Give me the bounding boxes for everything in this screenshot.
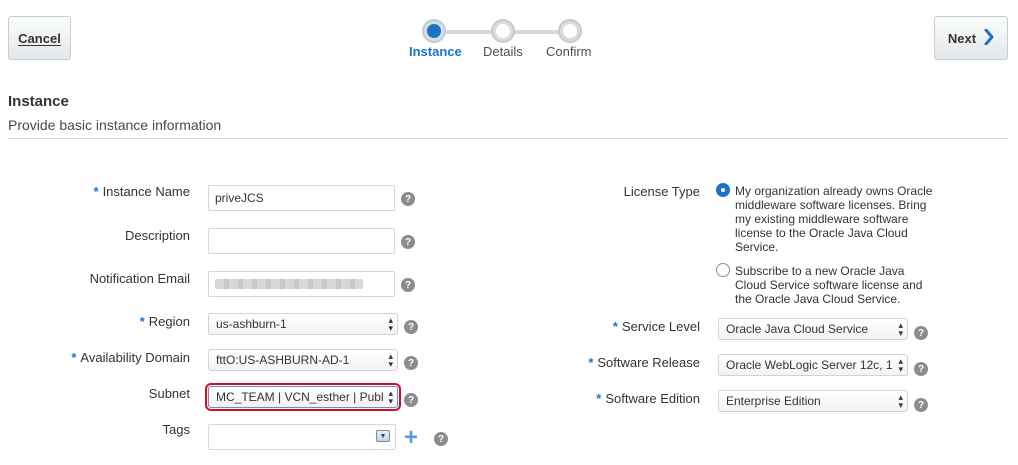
software-release-label: * Software Release — [588, 355, 700, 370]
description-input[interactable] — [208, 228, 395, 254]
dropdown-arrow-icon: ▴ ▾ — [388, 315, 393, 333]
license-byol-radio[interactable] — [716, 183, 730, 197]
notification-email-label: Notification Email — [89, 271, 190, 286]
service-level-value: Oracle Java Cloud Service — [726, 322, 869, 336]
dropdown-arrow-icon: ▴ ▾ — [898, 356, 903, 374]
service-level-select[interactable]: Oracle Java Cloud Service ▴ ▾ — [718, 318, 908, 340]
section-title: Instance — [8, 93, 69, 110]
tags-label: Tags — [162, 422, 190, 437]
cancel-button[interactable]: Cancel — [8, 16, 71, 60]
description-label: Description — [124, 228, 190, 243]
train-label-confirm[interactable]: Confirm — [546, 44, 592, 59]
license-type-label: License Type — [623, 184, 700, 199]
train-connector — [446, 30, 494, 34]
next-button-label: Next — [947, 30, 977, 46]
instance-name-label: * Instance Name — [93, 184, 191, 199]
cancel-button-label: Cancel — [18, 30, 61, 46]
question-circle-icon[interactable]: ? — [401, 278, 415, 292]
next-button[interactable]: Next — [934, 16, 1008, 60]
question-circle-icon[interactable]: ? — [914, 326, 928, 340]
tags-combobox[interactable]: ▼ — [208, 424, 396, 450]
question-circle-icon[interactable]: ? — [404, 393, 418, 407]
required-marker: * — [71, 350, 77, 365]
train-stop-details[interactable] — [491, 19, 515, 43]
software-edition-select[interactable]: Enterprise Edition ▴ ▾ — [718, 390, 908, 412]
required-marker: * — [588, 355, 594, 370]
required-marker: * — [139, 314, 145, 329]
question-circle-icon[interactable]: ? — [914, 362, 928, 376]
instance-name-input[interactable]: priveJCS — [208, 185, 395, 211]
dropdown-arrow-icon: ▴ ▾ — [898, 320, 903, 338]
region-value: us-ashburn-1 — [216, 317, 287, 331]
dropdown-arrow-icon[interactable]: ▼ — [376, 430, 390, 442]
service-level-label: * Service Level — [612, 319, 700, 334]
subnet-value: MC_TEAM | VCN_esther | Publ — [216, 390, 384, 404]
train-stop-instance[interactable] — [422, 19, 446, 43]
dropdown-arrow-icon: ▴ ▾ — [388, 351, 393, 369]
required-marker: * — [596, 391, 602, 406]
dropdown-arrow-icon: ▴ ▾ — [898, 392, 903, 410]
required-marker: * — [612, 319, 618, 334]
software-release-value: Oracle WebLogic Server 12c, 1 — [726, 358, 893, 372]
section-subtitle: Provide basic instance information — [8, 117, 222, 133]
train-label-details[interactable]: Details — [483, 44, 523, 59]
license-byol-text[interactable]: My organization already owns Oracle midd… — [735, 184, 935, 254]
plus-icon[interactable]: + — [404, 426, 418, 450]
notification-email-input[interactable] — [208, 271, 395, 297]
software-edition-label: * Software Edition — [596, 391, 700, 406]
question-circle-icon[interactable]: ? — [401, 192, 415, 206]
question-circle-icon[interactable]: ? — [401, 235, 415, 249]
chevron-right-icon — [984, 28, 994, 48]
instance-name-value: priveJCS — [215, 191, 264, 205]
question-circle-icon[interactable]: ? — [404, 356, 418, 370]
software-edition-value: Enterprise Edition — [726, 394, 821, 408]
required-marker: * — [93, 184, 99, 199]
availability-domain-value: fttO:US-ASHBURN-AD-1 — [216, 353, 350, 367]
section-divider — [8, 138, 1008, 139]
software-release-select[interactable]: Oracle WebLogic Server 12c, 1 ▴ ▾ — [718, 354, 908, 376]
availability-domain-label: * Availability Domain — [71, 350, 190, 365]
train-connector — [514, 30, 562, 34]
question-circle-icon[interactable]: ? — [404, 320, 418, 334]
question-circle-icon[interactable]: ? — [434, 432, 448, 446]
region-label: * Region — [139, 314, 190, 329]
license-subscribe-radio[interactable] — [716, 263, 730, 277]
question-circle-icon[interactable]: ? — [914, 398, 928, 412]
region-select[interactable]: us-ashburn-1 ▴ ▾ — [208, 313, 398, 335]
dropdown-arrow-icon: ▴ ▾ — [388, 388, 393, 406]
redacted-email — [215, 279, 363, 289]
progress-train: Instance Details Confirm — [400, 14, 610, 64]
train-stop-confirm[interactable] — [558, 19, 582, 43]
train-label-instance[interactable]: Instance — [409, 44, 462, 59]
availability-domain-select[interactable]: fttO:US-ASHBURN-AD-1 ▴ ▾ — [208, 349, 398, 371]
subnet-select[interactable]: MC_TEAM | VCN_esther | Publ ▴ ▾ — [205, 383, 401, 411]
license-subscribe-text[interactable]: Subscribe to a new Oracle Java Cloud Ser… — [735, 264, 935, 306]
subnet-label: Subnet — [148, 386, 190, 401]
